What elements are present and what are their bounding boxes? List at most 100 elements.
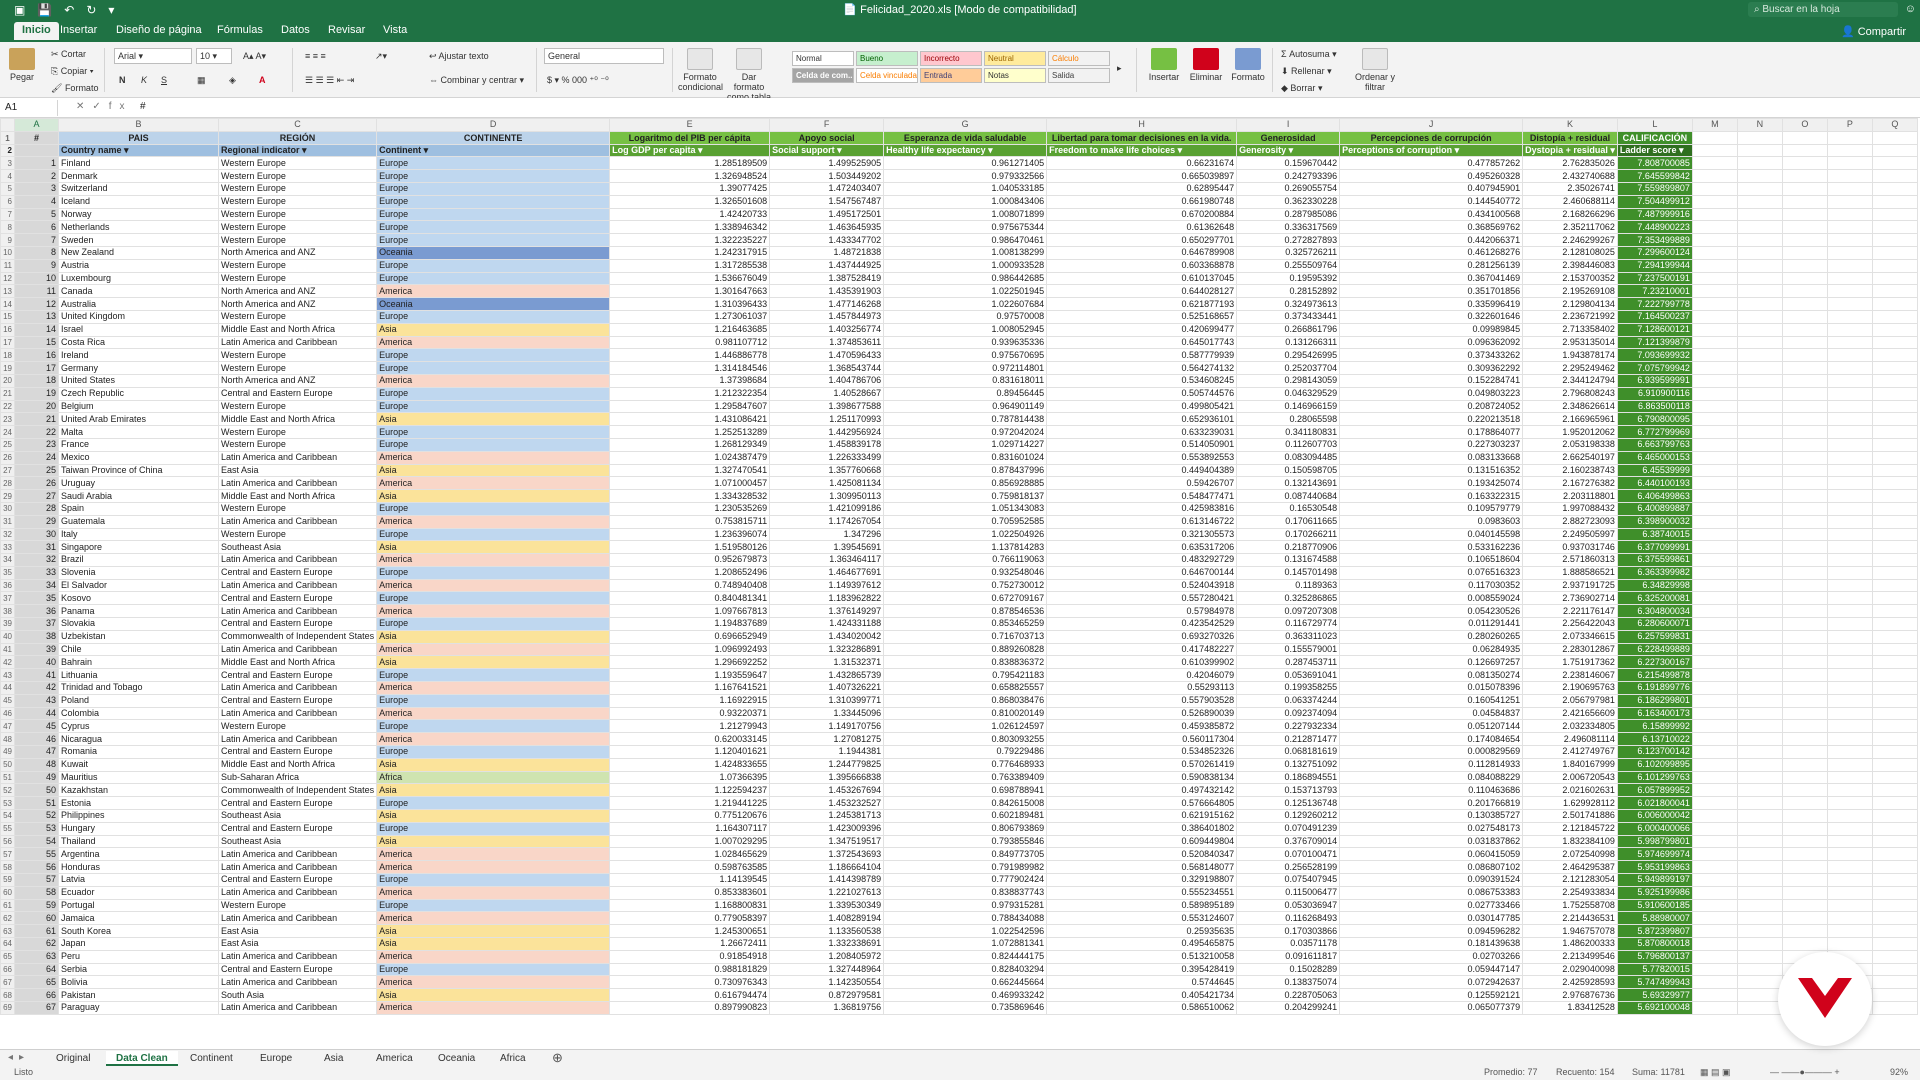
empty-cell[interactable] xyxy=(1736,425,1783,439)
rank-cell[interactable]: 39 xyxy=(14,642,59,657)
empty-cell[interactable] xyxy=(1691,770,1738,785)
name-box[interactable]: A1 xyxy=(2,100,58,116)
rank-cell[interactable]: 38 xyxy=(14,629,59,644)
empty-cell[interactable] xyxy=(1736,527,1783,542)
continent-cell[interactable]: America xyxy=(376,335,611,350)
empty-cell[interactable] xyxy=(1736,540,1783,555)
ladder-score-cell[interactable]: 5.925199986 xyxy=(1616,885,1693,900)
data-cell[interactable]: 2.053198338 xyxy=(1522,437,1618,452)
tab-revisar[interactable]: Revisar xyxy=(328,24,365,36)
data-cell[interactable]: 0.256528199 xyxy=(1236,860,1341,875)
empty-cell[interactable] xyxy=(1691,757,1738,772)
table-header-cell[interactable]: Libertad para tomar decisiones en la vid… xyxy=(1046,130,1238,145)
data-cell[interactable]: 0.513210058 xyxy=(1046,949,1238,964)
data-cell[interactable]: 0.063374244 xyxy=(1236,693,1341,708)
empty-cell[interactable] xyxy=(1871,412,1918,427)
empty-cell[interactable] xyxy=(1871,514,1918,529)
autosum-button[interactable]: Σ Autosuma ▾ xyxy=(1278,46,1340,62)
empty-cell[interactable] xyxy=(1826,130,1873,145)
data-cell[interactable]: 1.026124597 xyxy=(883,719,1048,734)
row-header[interactable]: 52 xyxy=(0,783,15,798)
empty-cell[interactable] xyxy=(1781,361,1828,375)
data-cell[interactable]: 0.555234551 xyxy=(1046,885,1238,900)
continent-cell[interactable]: America xyxy=(376,706,611,721)
sheet-tab-data-clean[interactable]: Data Clean xyxy=(106,1051,178,1066)
empty-cell[interactable] xyxy=(1826,629,1873,644)
empty-cell[interactable] xyxy=(1826,911,1873,926)
empty-cell[interactable] xyxy=(1871,975,1918,990)
empty-cell[interactable] xyxy=(1736,143,1783,158)
ladder-score-cell[interactable]: 5.796800137 xyxy=(1616,949,1693,964)
data-cell[interactable]: 1.317285538 xyxy=(609,258,771,273)
data-cell[interactable]: 0.495465875 xyxy=(1046,937,1238,951)
data-cell[interactable]: 0.459385872 xyxy=(1046,719,1238,734)
continent-cell[interactable]: America xyxy=(376,975,611,990)
country-cell[interactable]: Poland xyxy=(58,693,219,708)
empty-cell[interactable] xyxy=(1736,412,1783,427)
empty-cell[interactable] xyxy=(1691,399,1738,414)
country-cell[interactable]: Colombia xyxy=(58,706,219,721)
empty-cell[interactable] xyxy=(1826,655,1873,670)
row-header[interactable]: 28 xyxy=(0,476,15,491)
rank-cell[interactable]: 45 xyxy=(14,719,59,734)
row-header[interactable]: 4 xyxy=(0,169,15,183)
country-cell[interactable]: Slovenia xyxy=(58,565,219,580)
country-cell[interactable]: Slovakia xyxy=(58,617,219,631)
style-bueno[interactable]: Bueno xyxy=(856,51,918,66)
empty-cell[interactable] xyxy=(1736,745,1783,759)
table-header-cell[interactable]: REGIÓN xyxy=(217,130,378,145)
country-cell[interactable]: Kuwait xyxy=(58,757,219,772)
data-cell[interactable]: 1.48721838 xyxy=(769,245,885,260)
data-cell[interactable]: 0.106518604 xyxy=(1339,553,1524,567)
empty-cell[interactable] xyxy=(1736,693,1783,708)
data-cell[interactable]: 0.534852326 xyxy=(1046,745,1238,759)
empty-cell[interactable] xyxy=(1826,271,1873,286)
empty-cell[interactable] xyxy=(1826,885,1873,900)
data-cell[interactable]: 0.405421734 xyxy=(1046,988,1238,1002)
country-cell[interactable]: Luxembourg xyxy=(58,271,219,286)
empty-cell[interactable] xyxy=(1691,1000,1738,1015)
empty-cell[interactable] xyxy=(1826,821,1873,836)
empty-cell[interactable] xyxy=(1691,258,1738,273)
data-cell[interactable]: 0.145701498 xyxy=(1236,565,1341,580)
empty-cell[interactable] xyxy=(1826,642,1873,657)
empty-cell[interactable] xyxy=(1691,335,1738,350)
ladder-score-cell[interactable]: 5.870800018 xyxy=(1616,937,1693,951)
data-cell[interactable]: 0.086807102 xyxy=(1339,860,1524,875)
empty-cell[interactable] xyxy=(1826,489,1873,503)
empty-cell[interactable] xyxy=(1736,911,1783,926)
empty-cell[interactable] xyxy=(1691,553,1738,567)
data-cell[interactable]: 0.152284741 xyxy=(1339,373,1524,388)
ladder-score-cell[interactable]: 6.215499878 xyxy=(1616,668,1693,683)
data-cell[interactable]: 1.26672411 xyxy=(609,937,771,951)
empty-cell[interactable] xyxy=(1826,373,1873,388)
data-cell[interactable]: 1.338946342 xyxy=(609,220,771,235)
data-cell[interactable]: 0.011291441 xyxy=(1339,617,1524,631)
data-cell[interactable]: 1.183962822 xyxy=(769,591,885,606)
ladder-score-cell[interactable]: 6.398900032 xyxy=(1616,514,1693,529)
data-cell[interactable]: 0.603368878 xyxy=(1046,258,1238,273)
region-cell[interactable]: Latin America and Caribbean xyxy=(217,732,378,747)
empty-cell[interactable] xyxy=(1871,181,1918,196)
data-cell[interactable]: 0.322601646 xyxy=(1339,309,1524,324)
empty-cell[interactable] xyxy=(1691,540,1738,555)
data-cell[interactable]: 1.301647663 xyxy=(609,284,771,299)
empty-cell[interactable] xyxy=(1691,361,1738,375)
data-cell[interactable]: 0.840481341 xyxy=(609,591,771,606)
data-cell[interactable]: 0.186894551 xyxy=(1236,770,1341,785)
column-header-o[interactable]: O xyxy=(1781,118,1828,132)
ladder-score-cell[interactable]: 5.88980007 xyxy=(1616,911,1693,926)
data-cell[interactable]: 1.07366395 xyxy=(609,770,771,785)
region-cell[interactable]: Southeast Asia xyxy=(217,809,378,823)
data-cell[interactable]: 0.621915162 xyxy=(1046,809,1238,823)
row-header[interactable]: 53 xyxy=(0,796,15,811)
table-header-cell[interactable]: Logaritmo del PIB per cápita xyxy=(609,130,771,145)
row-header[interactable]: 8 xyxy=(0,220,15,235)
empty-cell[interactable] xyxy=(1781,463,1828,478)
country-cell[interactable]: Australia xyxy=(58,297,219,311)
empty-cell[interactable] xyxy=(1871,757,1918,772)
data-cell[interactable]: 0.138375074 xyxy=(1236,975,1341,990)
data-cell[interactable]: 2.167276382 xyxy=(1522,476,1618,491)
empty-cell[interactable] xyxy=(1871,489,1918,503)
data-cell[interactable]: 1.403256774 xyxy=(769,322,885,337)
